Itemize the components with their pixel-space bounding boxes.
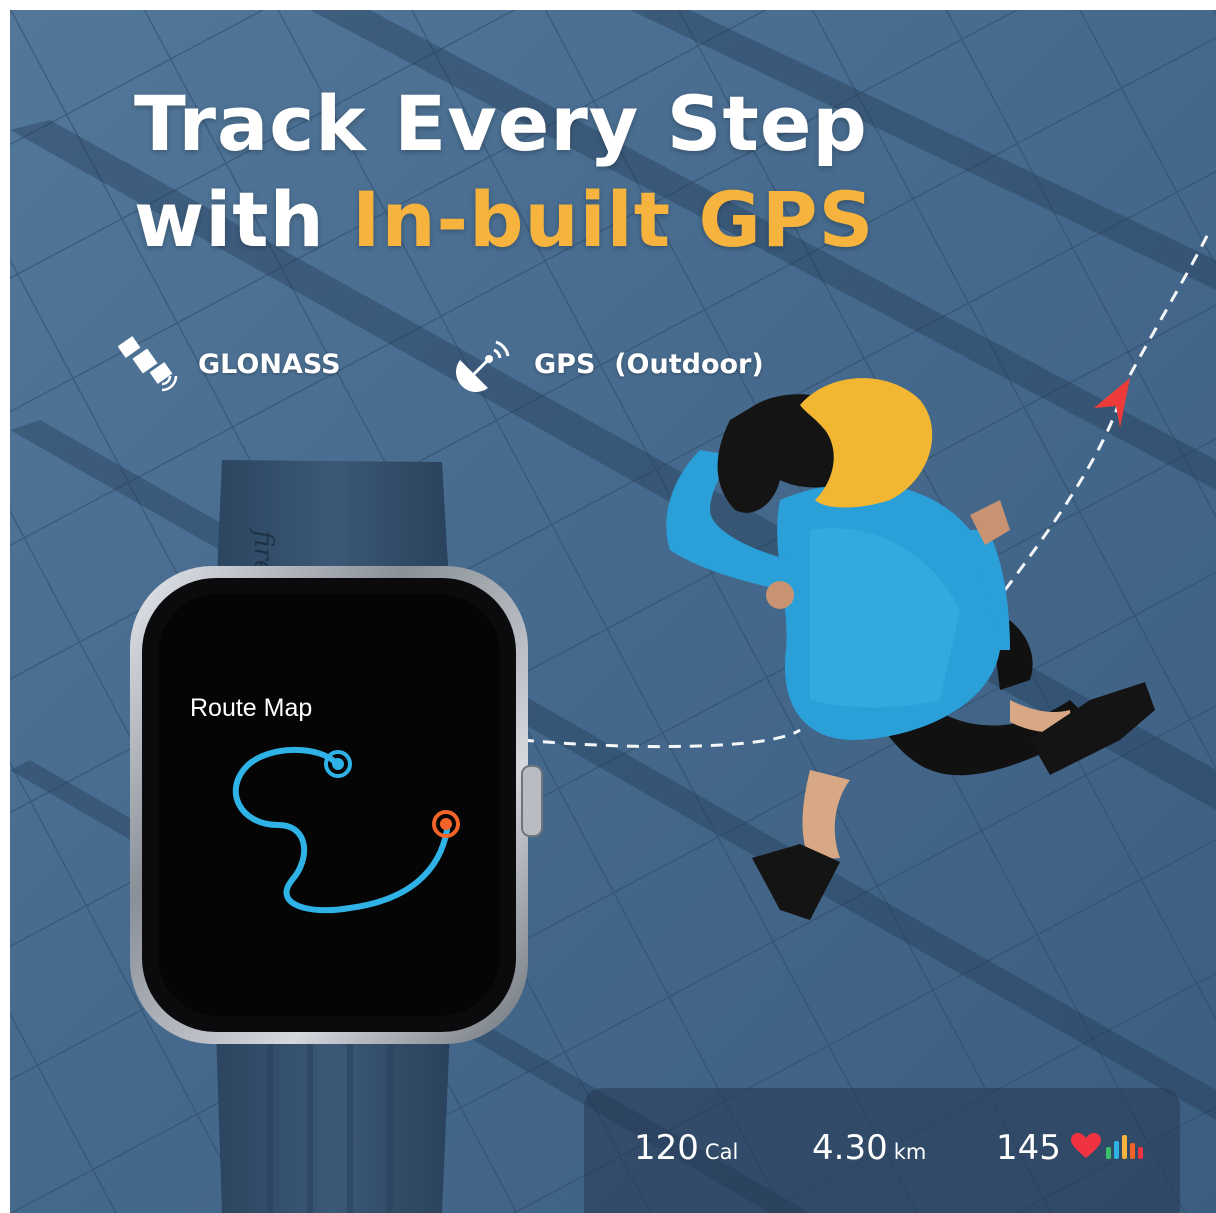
distance-unit: km	[893, 1140, 927, 1164]
feature-glonass-label: GLONASS	[198, 348, 341, 380]
headline-line-2: with In-built GPS	[134, 172, 874, 268]
distance-value: 4.30	[812, 1128, 888, 1168]
headline: Track Every Step with In-built GPS	[134, 76, 874, 268]
feature-gps: GPS (Outdoor)	[454, 336, 764, 392]
heart-rate-bars-icon	[1105, 1135, 1143, 1159]
stat-distance: 4.30 km	[812, 1128, 926, 1168]
gps-dish-icon	[456, 340, 510, 392]
feature-glonass: GLONASS	[118, 336, 341, 392]
hero-banner: fire Route Map Track Every Step with In-…	[10, 10, 1216, 1213]
feature-gps-label: GPS (Outdoor)	[534, 348, 764, 380]
watch-crown	[521, 765, 543, 837]
watch-screen	[158, 594, 500, 1016]
watch-strap-bottom	[216, 1030, 450, 1213]
heart-icon	[1070, 1133, 1101, 1158]
satellite-icon	[118, 336, 178, 392]
heart-rate-value: 145	[996, 1128, 1061, 1168]
stat-calories: 120 Cal	[634, 1128, 738, 1168]
watch-screen-title: Route Map	[190, 694, 313, 722]
headline-accent: In-built GPS	[352, 175, 875, 264]
headline-prefix: with	[134, 175, 325, 264]
calories-unit: Cal	[704, 1140, 739, 1164]
stats-panel: 120 Cal 4.30 km 145	[584, 1088, 1180, 1213]
headline-line-1: Track Every Step	[134, 79, 868, 168]
stat-heart-rate: 145	[996, 1128, 1155, 1168]
calories-value: 120	[634, 1128, 699, 1168]
